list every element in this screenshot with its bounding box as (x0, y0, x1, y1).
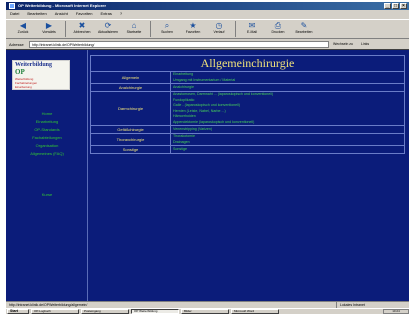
home-button[interactable]: ⌂ Startseite (121, 20, 147, 38)
edit-icon: ✎ (300, 21, 308, 30)
sidebar-item-faq[interactable]: Allgemeines (FAQ) (6, 150, 88, 158)
search-button[interactable]: ⌕ Suchen (154, 20, 180, 38)
sidebar-item-kurse[interactable]: Kurse (6, 192, 88, 197)
toolbar-separator (150, 21, 151, 37)
taskbar-item-active[interactable]: OP Weiterbildung (131, 309, 179, 314)
home-icon: ⌂ (131, 21, 137, 30)
go-button[interactable]: Wechseln zu (333, 42, 353, 46)
table-row: Thoraxchirurgie Thorakotomie Drainagen (90, 133, 405, 146)
table-row: Gefäßchirurgie Venenstripping (Varizen) (90, 125, 405, 134)
table-row: Sonstige Sonstige (90, 145, 405, 154)
menu-bearbeiten[interactable]: Bearbeiten (27, 10, 46, 18)
topic-link[interactable]: Drainagen (173, 140, 402, 146)
sidebar-item-organisation[interactable]: Organisation (6, 142, 88, 150)
taskbar: Start OP-Logbuch Posteingang OP Weiterbi… (6, 308, 409, 314)
taskbar-item[interactable]: Microsoft Word (231, 309, 279, 314)
logo-subtitle: OP (15, 68, 25, 76)
sidebar-item-einarbeitung[interactable]: Einarbeitung (6, 118, 88, 126)
search-icon: ⌕ (164, 21, 170, 30)
page-title: Allgemeinchirurgie (90, 55, 405, 72)
sidebar-nav: Home Einarbeitung OP-Standards Fachabtei… (6, 110, 88, 158)
window-title: OP Weiterbildung - Microsoft Internet Ex… (18, 3, 107, 8)
table-row: Allgemein Einarbeitung Umgang mit Instru… (90, 71, 405, 84)
sidebar-item-home[interactable]: Home (6, 110, 88, 118)
favorites-icon: ★ (189, 21, 197, 30)
table-row: Darmchirurgie Anastomosen, Darmnaht ... … (90, 91, 405, 126)
category-label: Analchirurgie (90, 83, 171, 92)
sidebar: Weiterbildung OP Weiterbildung Fachabtei… (6, 50, 88, 301)
start-button[interactable]: Start (7, 309, 29, 314)
browser-window: OP Weiterbildung - Microsoft Internet Ex… (6, 2, 409, 314)
topic-link[interactable]: Sonstige (173, 147, 402, 153)
taskbar-item[interactable]: Bilder (181, 309, 229, 314)
back-icon: ◀ (19, 21, 27, 30)
address-bar: Adresse http://intranet.klinik.de/OPWeit… (6, 40, 409, 48)
topic-link[interactable]: Analchirurgie (173, 85, 402, 91)
category-label: Thoraxchirurgie (90, 133, 171, 146)
title-bar: OP Weiterbildung - Microsoft Internet Ex… (6, 2, 409, 10)
history-button[interactable]: ◷ Verlauf (206, 20, 232, 38)
menu-help[interactable]: ? (120, 10, 122, 18)
address-input[interactable]: http://intranet.klinik.de/OPWeiterbildun… (29, 40, 329, 48)
taskbar-item[interactable]: OP-Logbuch (31, 309, 79, 314)
maximize-button[interactable]: □ (392, 3, 399, 9)
print-icon: ⎙ (274, 21, 282, 30)
window-controls: _ □ × (384, 3, 407, 9)
main-panel: Allgemeinchirurgie Allgemein Einarbeitun… (90, 55, 405, 299)
minimize-button[interactable]: _ (384, 3, 391, 9)
history-icon: ◷ (215, 21, 223, 30)
edit-button[interactable]: ✎ Bearbeiten (291, 20, 317, 38)
category-label: Allgemein (90, 71, 171, 84)
logo-line: Einarbeitung (15, 85, 32, 89)
topic-link[interactable]: Appendektomie (laparoskopisch und konven… (173, 120, 402, 126)
taskbar-clock: 10:24 (383, 309, 409, 314)
logo[interactable]: Weiterbildung OP Weiterbildung Fachabtei… (12, 60, 70, 90)
sidebar-item-op-standards[interactable]: OP-Standards (6, 126, 88, 134)
topic-table: Allgemeinchirurgie Allgemein Einarbeitun… (90, 55, 405, 154)
close-button[interactable]: × (400, 3, 407, 9)
category-label: Gefäßchirurgie (90, 125, 171, 134)
print-button[interactable]: ⎙ Drucken (265, 20, 291, 38)
back-button[interactable]: ◀ Zurück (10, 20, 36, 38)
menu-bar: Datei Bearbeiten Ansicht Favoriten Extra… (6, 10, 409, 18)
taskbar-item[interactable]: Posteingang (81, 309, 129, 314)
stop-button[interactable]: ✖ Abbrechen (69, 20, 95, 38)
forward-button[interactable]: ▶ Vorwärts (36, 20, 62, 38)
category-label: Sonstige (90, 145, 171, 154)
topic-link[interactable]: Umgang mit Instrumentarium / Material (173, 78, 402, 84)
category-label: Darmchirurgie (90, 91, 171, 126)
menu-datei[interactable]: Datei (10, 10, 19, 18)
links-button[interactable]: Links (361, 42, 369, 46)
sidebar-item-fachabteilungen[interactable]: Fachabteilungen (6, 134, 88, 142)
stop-icon: ✖ (78, 21, 86, 30)
topic-link[interactable]: Venenstripping (Varizen) (173, 127, 402, 133)
toolbar-separator (235, 21, 236, 37)
address-label: Adresse (9, 41, 24, 47)
mail-button[interactable]: ✉ E-Mail (239, 20, 265, 38)
table-row: Analchirurgie Analchirurgie (90, 83, 405, 92)
page-content: Weiterbildung OP Weiterbildung Fachabtei… (6, 49, 409, 301)
toolbar-separator (65, 21, 66, 37)
menu-favoriten[interactable]: Favoriten (76, 10, 93, 18)
ie-app-icon (9, 3, 15, 9)
menu-extras[interactable]: Extras (101, 10, 112, 18)
browser-toolbar: ◀ Zurück ▶ Vorwärts ✖ Abbrechen ⟳ Aktualisie… (6, 19, 409, 39)
mail-icon: ✉ (248, 21, 256, 30)
status-bar: http://intranet.klinik.de/OPWeiterbildun… (6, 301, 409, 308)
refresh-icon: ⟳ (104, 21, 112, 30)
favorites-button[interactable]: ★ Favoriten (180, 20, 206, 38)
refresh-button[interactable]: ⟳ Aktualisieren (95, 20, 121, 38)
menu-ansicht[interactable]: Ansicht (55, 10, 68, 18)
forward-icon: ▶ (45, 21, 53, 30)
